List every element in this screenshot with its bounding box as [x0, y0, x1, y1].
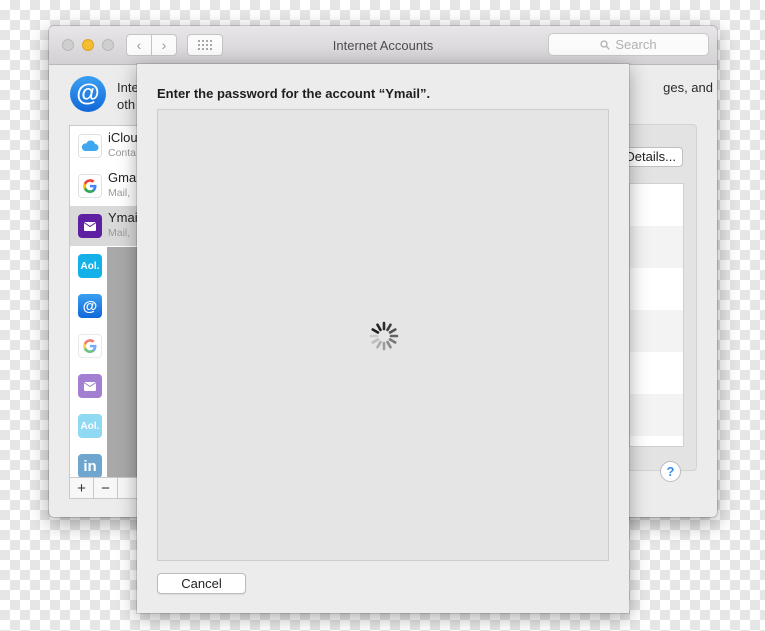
loading-spinner-icon [369, 321, 399, 351]
aol-icon: Aol. [78, 254, 102, 278]
aol-icon: Aol. [78, 414, 102, 438]
help-button[interactable]: ? [660, 461, 681, 482]
linkedin-icon: in [78, 454, 102, 478]
cancel-button[interactable]: Cancel [157, 573, 246, 594]
mail-envelope-icon [78, 214, 102, 238]
sheet-title: Enter the password for the account “Ymai… [157, 86, 431, 101]
web-content-area [157, 109, 609, 561]
title-bar: ‹ › Internet Accounts Search [49, 26, 717, 65]
at-sign-icon: @ [70, 76, 106, 112]
details-button[interactable]: Details... [622, 147, 683, 167]
mail-envelope-icon [78, 374, 102, 398]
services-list[interactable] [629, 183, 684, 447]
google-icon [78, 334, 102, 358]
password-sheet: Enter the password for the account “Ymai… [137, 64, 629, 613]
add-account-button[interactable]: + [70, 478, 94, 498]
search-field[interactable]: Search [548, 33, 709, 56]
at-sign-icon: @ [78, 294, 102, 318]
google-icon [78, 174, 102, 198]
search-placeholder: Search [615, 37, 657, 52]
remove-account-button[interactable]: − [94, 478, 118, 498]
search-icon [600, 39, 611, 50]
icloud-icon [78, 134, 102, 158]
